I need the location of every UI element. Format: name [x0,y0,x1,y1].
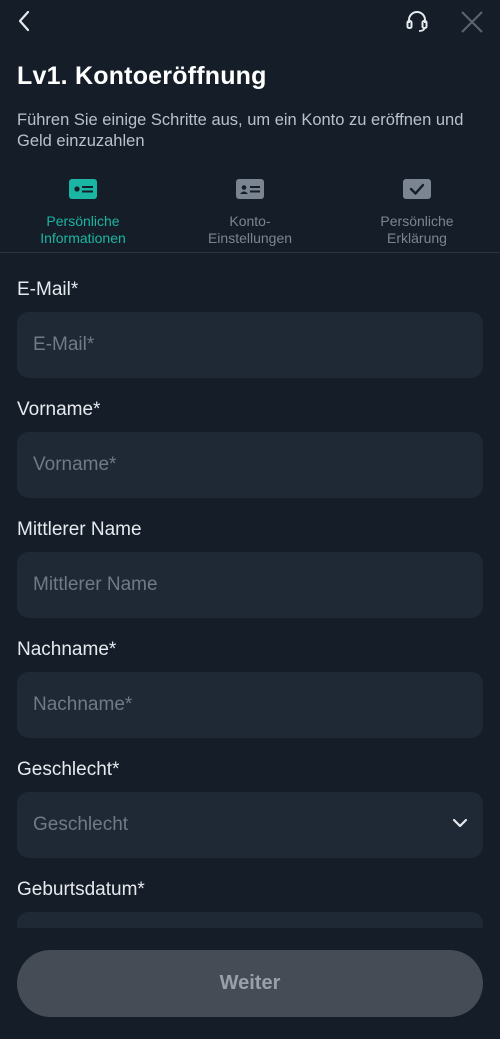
top-bar [0,0,500,44]
lastname-placeholder: Nachname* [33,694,133,715]
chevron-left-icon [18,10,30,32]
firstname-label: Vorname* [17,399,101,420]
page-title: Lv1. Kontoeröffnung [17,62,267,90]
firstname-placeholder: Vorname* [33,454,117,475]
account-card-icon [236,179,264,199]
step-account-settings[interactable]: Konto-Einstellungen [167,176,333,247]
close-button[interactable] [458,8,486,36]
step-label: Persönliche Erklärung [380,213,454,246]
gender-placeholder: Geschlecht [33,814,129,835]
firstname-field[interactable]: Vorname* [17,432,483,498]
page-subtitle: Führen Sie einige Schritte aus, um ein K… [17,111,464,150]
lastname-field[interactable]: Nachname* [17,672,483,738]
gender-label: Geschlecht* [17,759,120,780]
close-icon [461,11,483,33]
support-button[interactable] [404,8,430,34]
birthdate-label: Geburtsdatum* [17,879,145,900]
step-personal-declaration[interactable]: Persönliche Erklärung [334,176,500,247]
middlename-placeholder: Mittlerer Name [33,574,158,595]
headset-icon [406,11,428,32]
lastname-label: Nachname* [17,639,117,660]
birthdate-field[interactable] [17,912,483,928]
divider [0,252,500,253]
middlename-label: Mittlerer Name [17,519,142,540]
step-personal-info[interactable]: Persönliche Informationen [0,176,166,247]
id-card-icon [69,179,97,199]
step-label: Konto-Einstellungen [207,213,293,246]
step-indicator: Persönliche Informationen Konto-Einstell… [0,176,500,254]
middlename-field[interactable]: Mittlerer Name [17,552,483,618]
email-label: E-Mail* [17,279,79,300]
email-field[interactable]: E-Mail* [17,312,483,378]
gender-select[interactable]: Geschlecht [17,792,483,858]
checkbox-icon [403,179,431,199]
step-label: Persönliche Informationen [40,213,126,246]
continue-button[interactable]: Weiter [17,950,483,1017]
back-button[interactable] [12,8,36,34]
email-placeholder: E-Mail* [33,334,95,355]
chevron-down-icon [452,818,468,828]
